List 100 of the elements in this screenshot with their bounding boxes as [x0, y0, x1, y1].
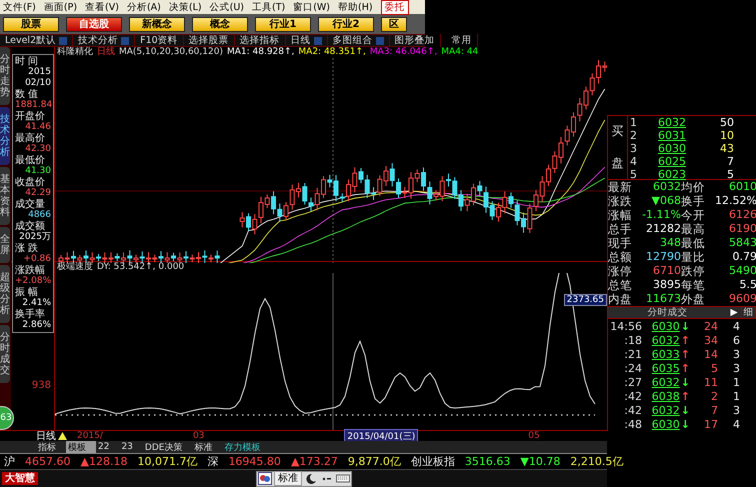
quote-value: 6032	[652, 180, 681, 194]
info-value: 2025万	[18, 232, 51, 242]
indicator-tab[interactable]: 模板	[66, 440, 96, 454]
turnover-value: 2,210.5亿	[570, 454, 624, 469]
menu-item[interactable]: 分析(A)	[126, 0, 161, 14]
indicator-tab[interactable]: 存力模板	[222, 440, 270, 454]
quote-label: 总笔	[608, 278, 633, 292]
menu-item[interactable]: 文件(F)	[3, 0, 36, 14]
app-logo[interactable]: 大智慧	[2, 472, 38, 485]
category-button[interactable]: 股票	[3, 16, 59, 32]
toolbar-button[interactable]: 常用	[446, 34, 478, 47]
category-button[interactable]: 新概念	[129, 16, 185, 32]
quote-value: 11673	[645, 292, 681, 306]
category-button[interactable]: 区	[381, 16, 407, 32]
quote-label: 最新	[608, 180, 633, 194]
category-button[interactable]: 概念	[192, 16, 248, 32]
side-tab[interactable]: 分时成交	[0, 325, 10, 383]
stock-name: 科隆精化	[57, 47, 93, 58]
market-name: 沪	[4, 454, 15, 469]
level-number: 5	[629, 168, 638, 181]
quote-label: 外盘	[681, 292, 706, 306]
trade-price: 6035	[652, 362, 680, 374]
info-label: 换手率	[15, 309, 46, 320]
side-tab[interactable]: 技术分析	[0, 107, 10, 165]
trade-price: 6038	[652, 390, 680, 402]
quote-value: 5.5	[738, 278, 756, 292]
quote-value: 5843	[728, 236, 756, 250]
indicator-reading: DY: 53.542↑, 0.000	[97, 262, 184, 273]
side-tab[interactable]: 基本资料	[0, 167, 10, 225]
mode-button[interactable]: 标准	[274, 471, 302, 486]
side-tab[interactable]: 全屏	[0, 227, 10, 263]
category-button[interactable]: 自选股	[66, 16, 122, 32]
index-value: 16945.80	[228, 455, 281, 468]
trend-arrow: ↓	[680, 320, 690, 332]
info-value: 42.29	[24, 188, 51, 198]
bid-price: 6023	[657, 168, 686, 181]
quote-label: 总手	[608, 222, 633, 236]
toolbar-button[interactable]: 选择股票	[184, 34, 235, 47]
toolbar-button[interactable]: 选择指标	[234, 34, 286, 47]
toolbar-dropdown[interactable]: 多图组合	[328, 34, 390, 47]
indicator-tab[interactable]: DDE决策	[142, 440, 192, 454]
trend-arrow: ↓	[680, 418, 690, 430]
triangle-icon[interactable]	[58, 432, 67, 440]
turnover-value: 10,071.7亿	[137, 454, 198, 469]
menu-item[interactable]: 工具(T)	[252, 0, 286, 14]
side-label: 盘	[612, 154, 624, 172]
date-label: 2015/	[77, 431, 103, 441]
menu-item[interactable]: 公式(U)	[210, 0, 244, 14]
toolbar-button[interactable]: F10资料	[135, 34, 184, 47]
indicator-tab[interactable]: 指标	[36, 440, 66, 454]
side-tab[interactable]: 超级分析	[0, 265, 10, 323]
indicator-tab[interactable]: 标准	[192, 440, 222, 454]
quote-label: 最高	[681, 222, 706, 236]
trade-time: :21	[623, 348, 642, 360]
indicator-name: 极端速度	[57, 262, 93, 273]
menu-item[interactable]: 查看(V)	[85, 0, 119, 14]
index-change: ▲128.18	[80, 455, 128, 468]
bid-volume: 43	[719, 142, 735, 155]
quote-value: 6710	[652, 264, 681, 278]
info-label: 涨跌幅	[15, 265, 46, 276]
quote-value: 21282	[645, 222, 681, 236]
toolbar-button[interactable]: 图形叠加	[390, 34, 441, 47]
moon-icon[interactable]	[304, 472, 318, 485]
date-label: 03	[192, 431, 204, 441]
category-button[interactable]: 行业1	[255, 16, 311, 32]
side-tab[interactable]: 分时走势	[0, 47, 10, 105]
info-label: 成交额	[15, 221, 46, 232]
menu-item[interactable]: 窗口(W)	[293, 0, 330, 14]
toolbar-dropdown[interactable]: 技术分析	[73, 34, 136, 47]
menu-item[interactable]: 决策(L)	[168, 0, 202, 14]
next-button[interactable]: ▶	[727, 307, 741, 318]
bid-volume: 50	[719, 116, 735, 129]
quote-label: 内盘	[608, 292, 633, 306]
trade-menu-button[interactable]: 委托	[380, 0, 409, 14]
trade-count: 4	[732, 320, 740, 332]
market-name: 深	[207, 454, 218, 469]
menu-item[interactable]: 画面(P)	[44, 0, 78, 14]
trade-volume: 24	[703, 320, 718, 332]
trade-time: :18	[623, 334, 642, 346]
keyboard-icon[interactable]	[336, 472, 350, 485]
info-label: 收盘价	[15, 177, 46, 188]
quote-label: 每笔	[681, 278, 706, 292]
menu-item[interactable]: 帮助(H)	[338, 0, 373, 14]
period-label[interactable]: 日线	[36, 430, 56, 442]
indicator-tab[interactable]: 22	[96, 442, 120, 452]
quote-label: 最低	[681, 236, 706, 250]
trade-time: :24	[623, 362, 642, 374]
detail-button[interactable]: 细	[741, 306, 755, 319]
trend-arrow: ↑	[680, 348, 690, 360]
trades-title: 分时成交	[646, 306, 688, 319]
trade-volume: 11	[703, 376, 718, 388]
trade-count: 3	[732, 404, 740, 416]
indicator-tab[interactable]: 23	[119, 442, 143, 452]
trade-volume: 2	[710, 390, 718, 402]
category-button[interactable]: 行业2	[318, 16, 374, 32]
trade-time: 14:56	[609, 320, 642, 332]
toolbar-dropdown[interactable]: 日线	[286, 34, 328, 47]
index-value: 4657.60	[25, 455, 70, 468]
trade-volume: 14	[703, 348, 718, 360]
side-label: 买	[612, 123, 624, 140]
